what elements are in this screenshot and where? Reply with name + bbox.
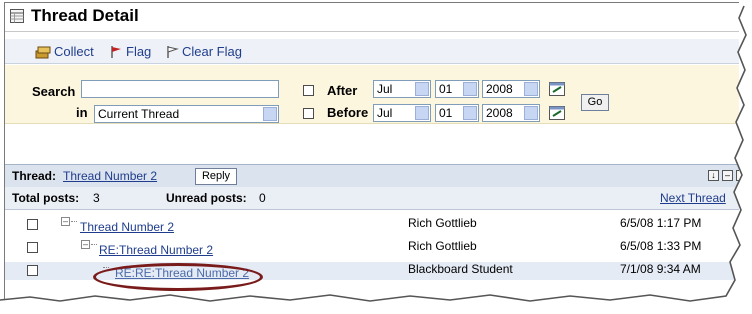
before-checkbox[interactable] bbox=[303, 108, 314, 119]
tree-connector bbox=[71, 221, 77, 222]
reply-button[interactable]: Reply bbox=[195, 168, 237, 185]
post-select-checkbox[interactable] bbox=[27, 242, 38, 253]
post-select-checkbox[interactable] bbox=[27, 265, 38, 276]
scroll-right-icon[interactable] bbox=[736, 170, 739, 181]
thread-name-link[interactable]: Thread Number 2 bbox=[63, 169, 157, 183]
table-grid-icon bbox=[10, 9, 24, 23]
unread-posts-value: 0 bbox=[259, 191, 266, 205]
chevron-down-icon bbox=[463, 82, 477, 96]
total-posts-label: Total posts: bbox=[12, 191, 80, 205]
post-select-checkbox[interactable] bbox=[27, 219, 38, 230]
post-author: Blackboard Student bbox=[408, 262, 513, 276]
annotation-circle bbox=[93, 263, 263, 291]
page-title: Thread Detail bbox=[31, 6, 139, 25]
clear-flag-icon bbox=[167, 45, 179, 58]
clear-flag-button[interactable]: Clear Flag bbox=[165, 44, 242, 59]
after-year-select[interactable]: 2008 bbox=[482, 80, 540, 98]
total-posts-value: 3 bbox=[93, 191, 100, 205]
tree-connector bbox=[91, 244, 97, 245]
chevron-down-icon bbox=[463, 106, 477, 120]
action-toolbar: Collect Flag Clear Flag bbox=[5, 39, 739, 64]
before-year-select[interactable]: 2008 bbox=[482, 104, 540, 122]
go-button[interactable]: Go bbox=[581, 94, 609, 111]
chevron-down-icon bbox=[415, 82, 429, 96]
calendar-icon[interactable] bbox=[549, 82, 565, 96]
collect-icon bbox=[35, 46, 51, 58]
tree-collapse-icon[interactable]: – bbox=[61, 217, 70, 226]
after-month-select[interactable]: Jul bbox=[373, 80, 431, 98]
post-date: 6/5/08 1:33 PM bbox=[620, 239, 702, 253]
thread-detail-window: Thread Detail Collect Flag Clear Flag Se… bbox=[4, 2, 739, 299]
collect-button[interactable]: Collect bbox=[35, 44, 94, 59]
unread-posts-label: Unread posts: bbox=[166, 191, 247, 205]
chevron-down-icon bbox=[415, 106, 429, 120]
calendar-icon[interactable] bbox=[549, 106, 565, 120]
post-author: Rich Gottlieb bbox=[408, 239, 477, 253]
search-scope-select[interactable]: Current Thread bbox=[94, 105, 279, 123]
in-label: in bbox=[76, 105, 88, 120]
thread-bar: Thread: Thread Number 2 Reply ↓ – bbox=[5, 164, 739, 188]
chevron-down-icon bbox=[524, 106, 538, 120]
table-row[interactable]: – Thread Number 2 Rich Gottlieb 6/5/08 1… bbox=[5, 216, 739, 234]
after-checkbox[interactable] bbox=[303, 85, 314, 96]
flag-button[interactable]: Flag bbox=[109, 44, 151, 59]
post-author: Rich Gottlieb bbox=[408, 216, 477, 230]
page-header: Thread Detail bbox=[5, 3, 739, 32]
post-date: 6/5/08 1:17 PM bbox=[620, 216, 702, 230]
search-label: Search bbox=[32, 84, 76, 99]
next-thread-link[interactable]: Next Thread bbox=[660, 191, 726, 205]
chevron-down-icon bbox=[263, 107, 277, 121]
before-label: Before bbox=[327, 105, 369, 120]
before-day-select[interactable]: 01 bbox=[435, 104, 479, 122]
post-totals-bar: Total posts: 3 Unread posts: 0 Next Thre… bbox=[5, 187, 739, 210]
after-day-select[interactable]: 01 bbox=[435, 80, 479, 98]
collapse-all-icon[interactable]: – bbox=[722, 170, 733, 181]
post-title-link[interactable]: Thread Number 2 bbox=[80, 220, 174, 234]
post-title-link[interactable]: RE:Thread Number 2 bbox=[99, 243, 213, 257]
post-date: 7/1/08 9:34 AM bbox=[620, 262, 701, 276]
expand-all-icon[interactable]: ↓ bbox=[708, 170, 719, 181]
chevron-down-icon bbox=[524, 82, 538, 96]
search-input[interactable] bbox=[81, 80, 279, 98]
flag-icon bbox=[111, 45, 121, 58]
table-row[interactable]: – RE:Thread Number 2 Rich Gottlieb 6/5/0… bbox=[5, 239, 739, 257]
after-label: After bbox=[327, 83, 358, 98]
search-panel: Search in Current Thread After Jul 01 20… bbox=[5, 65, 739, 124]
before-month-select[interactable]: Jul bbox=[373, 104, 431, 122]
thread-label: Thread: bbox=[12, 169, 57, 183]
tree-collapse-icon[interactable]: – bbox=[81, 240, 90, 249]
